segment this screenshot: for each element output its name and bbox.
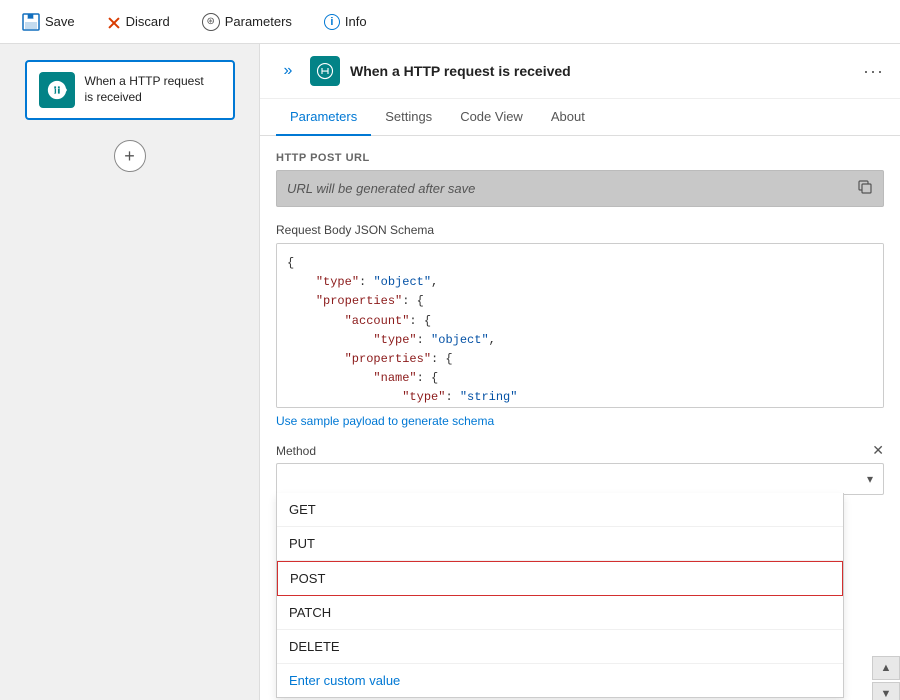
- chevron-down-icon: ▾: [867, 472, 873, 486]
- parameters-label: Parameters: [225, 14, 292, 29]
- http-post-url-label: HTTP POST URL: [276, 152, 884, 164]
- json-line-7: "name": {: [287, 369, 873, 388]
- tab-code-view[interactable]: Code View: [446, 99, 537, 136]
- save-icon: [22, 13, 40, 31]
- tab-about[interactable]: About: [537, 99, 599, 136]
- parameters-icon: ⊛: [202, 13, 220, 31]
- save-button[interactable]: Save: [16, 9, 81, 35]
- expand-icon[interactable]: »: [276, 59, 300, 83]
- url-field: URL will be generated after save: [276, 170, 884, 207]
- svg-text:HTTP: HTTP: [50, 88, 67, 95]
- json-line-1: {: [287, 254, 873, 273]
- tab-settings[interactable]: Settings: [371, 99, 446, 136]
- scroll-up-button[interactable]: ▲: [872, 656, 900, 680]
- info-label: Info: [345, 14, 367, 29]
- method-dropdown-trigger[interactable]: ▾: [276, 463, 884, 495]
- save-label: Save: [45, 14, 75, 29]
- panel-http-icon: [316, 62, 334, 80]
- scroll-arrows: ▲ ▼: [872, 656, 900, 700]
- method-option-post[interactable]: POST: [277, 561, 843, 596]
- add-step-button[interactable]: +: [114, 140, 146, 172]
- panel-title: When a HTTP request is received: [350, 63, 853, 79]
- panel-node-icon: [310, 56, 340, 86]
- json-line-8: "type": "string": [287, 388, 873, 407]
- method-dropdown-menu: GET PUT POST PATCH DELETE Enter custom v…: [276, 493, 844, 698]
- tab-parameters[interactable]: Parameters: [276, 99, 371, 136]
- method-label: Method: [276, 444, 316, 458]
- node-label: When a HTTP requestis received: [85, 74, 204, 105]
- json-line-4: "account": {: [287, 312, 873, 331]
- http-request-node[interactable]: HTTP When a HTTP requestis received: [25, 60, 235, 120]
- json-line-3: "properties": {: [287, 292, 873, 311]
- info-button[interactable]: i Info: [318, 10, 373, 34]
- node-icon: HTTP: [39, 72, 75, 108]
- plus-icon: +: [124, 146, 135, 167]
- right-panel: » When a HTTP request is received ··· Pa…: [260, 44, 900, 700]
- more-options-button[interactable]: ···: [863, 61, 884, 82]
- info-icon: i: [324, 14, 340, 30]
- scroll-down-button[interactable]: ▼: [872, 682, 900, 700]
- json-line-5: "type": "object",: [287, 331, 873, 350]
- json-line-9: },: [287, 408, 873, 409]
- sidebar: HTTP When a HTTP requestis received +: [0, 44, 260, 700]
- method-option-delete[interactable]: DELETE: [277, 630, 843, 664]
- json-line-2: "type": "object",: [287, 273, 873, 292]
- clear-method-button[interactable]: ✕: [872, 442, 884, 459]
- json-schema-label: Request Body JSON Schema: [276, 223, 884, 237]
- generate-schema-link[interactable]: Use sample payload to generate schema: [276, 414, 494, 428]
- json-line-6: "properties": {: [287, 350, 873, 369]
- json-schema-editor[interactable]: { "type": "object", "properties": { "acc…: [276, 243, 884, 408]
- discard-button[interactable]: Discard: [101, 10, 176, 33]
- parameters-button[interactable]: ⊛ Parameters: [196, 9, 298, 35]
- panel-header: » When a HTTP request is received ···: [260, 44, 900, 99]
- http-icon: HTTP: [46, 79, 68, 101]
- method-option-get[interactable]: GET: [277, 493, 843, 527]
- method-option-custom[interactable]: Enter custom value: [277, 664, 843, 697]
- url-placeholder-text: URL will be generated after save: [287, 181, 849, 196]
- method-label-row: Method ✕: [276, 442, 884, 459]
- toolbar: Save Discard ⊛ Parameters i Info: [0, 0, 900, 44]
- main-layout: HTTP When a HTTP requestis received + » …: [0, 44, 900, 700]
- discard-label: Discard: [126, 14, 170, 29]
- tab-bar: Parameters Settings Code View About: [260, 99, 900, 136]
- method-option-patch[interactable]: PATCH: [277, 596, 843, 630]
- method-option-put[interactable]: PUT: [277, 527, 843, 561]
- panel-content: HTTP POST URL URL will be generated afte…: [260, 136, 900, 700]
- discard-icon: [107, 15, 121, 29]
- method-section: Method ✕ ▾ GET PUT POST PATCH DELETE Ent…: [276, 442, 884, 495]
- copy-icon[interactable]: [857, 179, 873, 198]
